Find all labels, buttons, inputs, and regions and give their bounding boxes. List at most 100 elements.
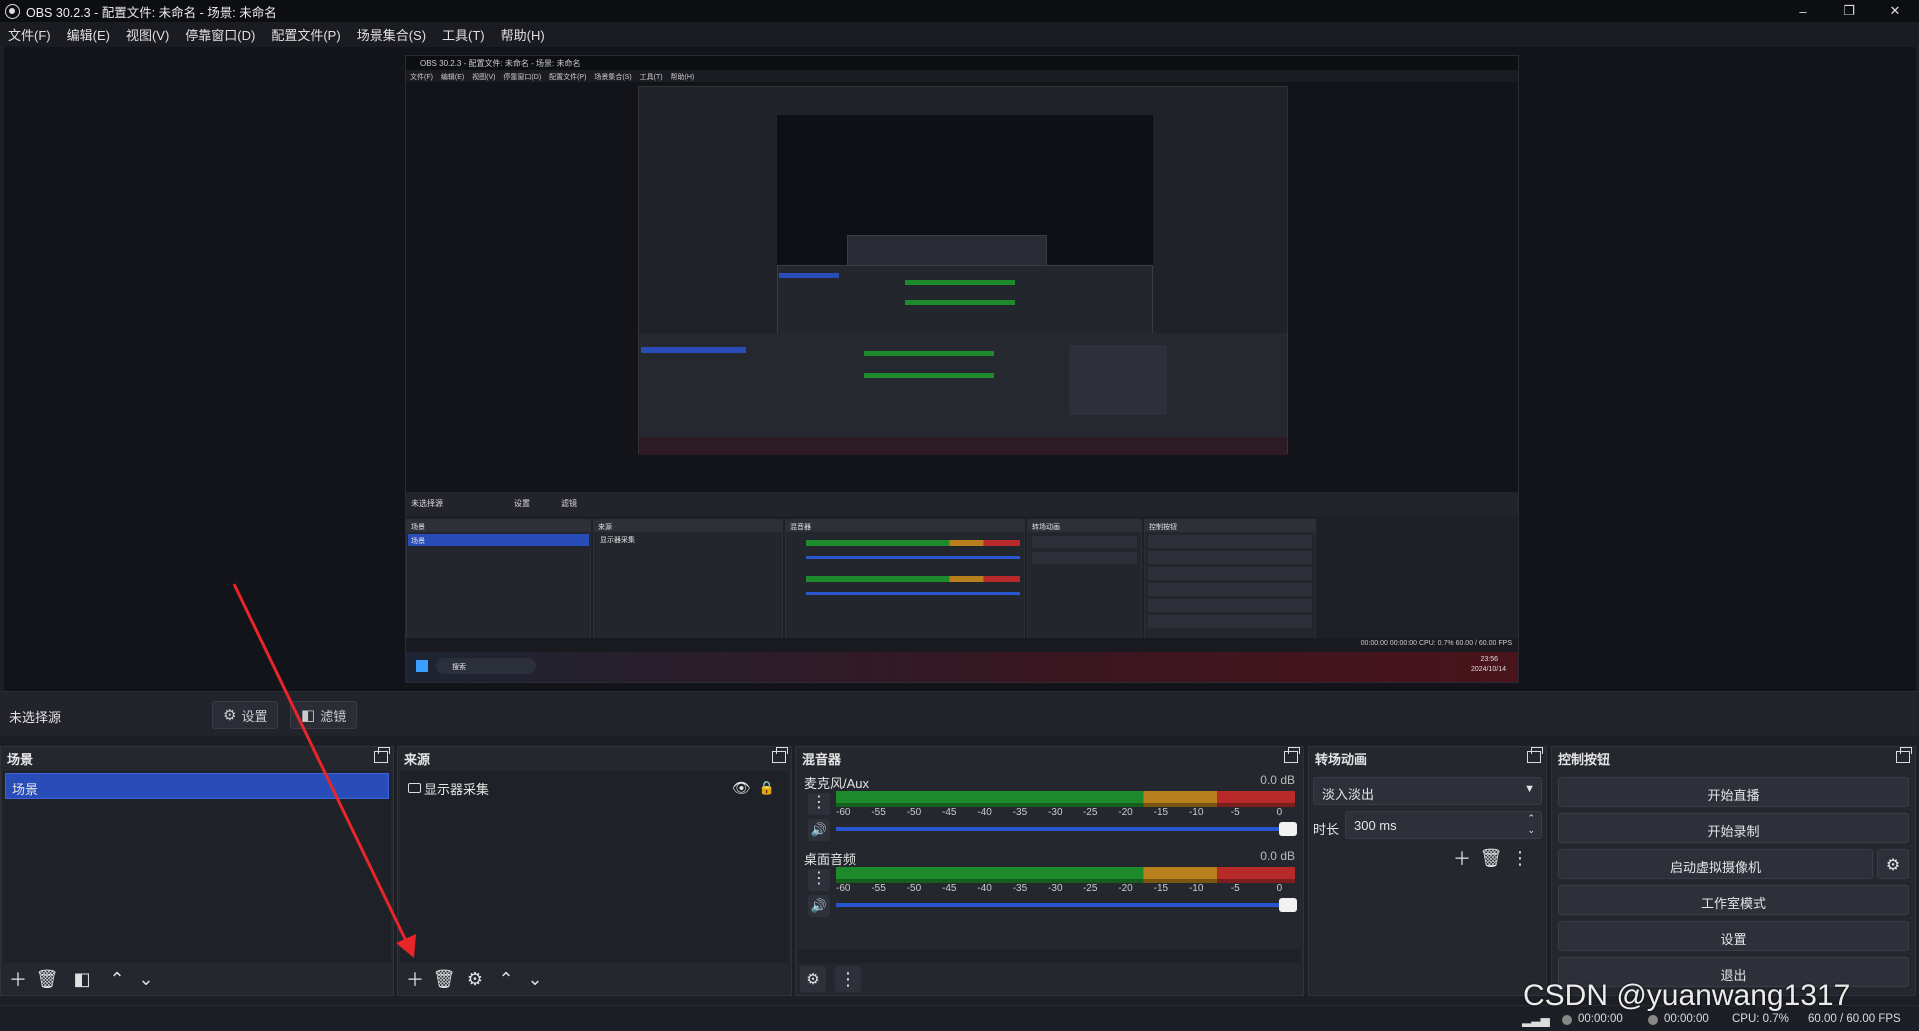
source-item[interactable]: 显示器采集 👁 🔒 [408,777,781,799]
gear-icon[interactable]: ⚙ [462,966,488,992]
trash-icon[interactable]: 🗑 [431,966,457,992]
start-recording-button[interactable]: 开始录制 [1558,813,1909,843]
channel-name: 桌面音频 [804,852,857,867]
scenes-toolbar: ＋ 🗑 ◧ ⌃ ⌄ [1,963,393,995]
menu-edit[interactable]: 编辑(E) [67,25,110,44]
add-source-icon[interactable]: ＋ [402,966,428,992]
channel-menu-icon[interactable]: ⋮ [808,869,830,891]
preview-canvas[interactable]: OBS 30.2.3 - 配置文件: 未命名 - 场景: 未命名 文件(F) 编… [4,47,1916,691]
close-button[interactable]: ✕ [1872,0,1918,22]
source-settings-button[interactable]: ⚙ 设置 [212,701,279,729]
spin-up-icon[interactable]: ⌃ [1527,813,1535,824]
minimize-button[interactable]: – [1780,0,1826,22]
advanced-audio-icon[interactable]: ⚙ [800,966,826,992]
menu-bar: 文件(F) 编辑(E) 视图(V) 停靠窗口(D) 配置文件(P) 场景集合(S… [0,22,1919,47]
transitions-toolbar: ＋ 🗑 ⋮ [1449,845,1536,871]
mixer-channel: 麦克风/Aux 0.0 dB ⋮ -60 -55 -50 -45 -40 -35 -30 -2… [804,773,1297,845]
menu-docks[interactable]: 停靠窗口(D) [185,25,255,44]
monitor-icon [408,783,421,793]
menu-scene-collection[interactable]: 场景集合(S) [357,25,426,44]
trash-icon[interactable]: 🗑 [1478,845,1504,871]
start-streaming-button[interactable]: 开始直播 [1558,777,1909,807]
menu-help[interactable]: 帮助(H) [501,25,545,44]
watermark: CSDN @yuanwang1317 [1523,979,1851,1012]
speaker-icon[interactable]: 🔊 [808,895,830,917]
volume-slider[interactable] [836,898,1297,912]
undock-icon[interactable] [1527,747,1543,763]
start-virtual-camera-button[interactable]: 启动虚拟摄像机 [1558,849,1873,879]
maximize-button[interactable]: ❐ [1826,0,1872,22]
transitions-dock: 转场动画 淡入淡出 ▼ 时长 300 ms ⌃ ⌄ ＋ 🗑 ⋮ [1308,746,1547,996]
spin-down-icon[interactable]: ⌄ [1527,825,1535,836]
slider-knob[interactable] [1279,822,1297,836]
duration-label: 时长 [1313,822,1340,837]
volume-meter [836,791,1295,803]
gear-icon[interactable]: ⚙ [1877,849,1909,879]
speaker-icon[interactable]: 🔊 [808,819,830,841]
studio-mode-button[interactable]: 工作室模式 [1558,885,1909,915]
mixer-channels: 麦克风/Aux 0.0 dB ⋮ -60 -55 -50 -45 -40 -35 -30 -2… [798,771,1301,963]
trash-icon[interactable]: 🗑 [34,966,60,992]
undock-icon[interactable] [1284,747,1300,763]
nested-level2-taskbar [639,437,1287,455]
nested-source-toolbar: 未选择源 设置 滤镜 [406,492,1518,516]
transition-select[interactable]: 淡入淡出 ▼ [1313,777,1542,805]
volume-slider[interactable] [836,822,1297,836]
window-title: OBS 30.2.3 - 配置文件: 未命名 - 场景: 未命名 [26,5,277,20]
add-scene-icon[interactable]: ＋ [5,966,31,992]
scenes-dock-header: 场景 [1,747,393,769]
undock-icon[interactable] [1896,747,1912,763]
mixer-menu-icon[interactable]: ⋮ [835,966,861,992]
lock-icon[interactable]: 🔒 [759,780,775,796]
controls-dock: 控制按钮 开始直播 开始录制 启动虚拟摄像机 ⚙ 工作室模式 设置 退出 [1551,746,1916,996]
chevron-up-icon[interactable]: ⌃ [104,966,130,992]
record-time: 00:00:00 [1664,1013,1709,1025]
transitions-dock-header: 转场动画 [1309,747,1546,769]
menu-file[interactable]: 文件(F) [8,25,51,44]
nested-preview [406,82,1518,492]
stream-status-icon [1562,1015,1572,1025]
volume-meter [836,867,1295,879]
chevron-down-icon[interactable]: ⌄ [133,966,159,992]
settings-button[interactable]: 设置 [1558,921,1909,951]
duration-spinbox[interactable]: 300 ms ⌃ ⌄ [1345,811,1542,839]
mixer-dock: 混音器 麦克风/Aux 0.0 dB ⋮ -60 -55 -50 -45 -40 -35-… [795,746,1304,996]
filter-icon: ◧ [301,707,316,724]
channel-menu-icon[interactable]: ⋮ [808,793,830,815]
eye-icon[interactable]: 👁 [732,779,751,797]
title-bar: OBS 30.2.3 - 配置文件: 未命名 - 场景: 未命名 – ❐ ✕ [0,0,1919,22]
controls-dock-header: 控制按钮 [1552,747,1915,769]
sources-list: 显示器采集 👁 🔒 [400,771,789,963]
chevron-down-icon[interactable]: ⌄ [522,966,548,992]
source-filters-button[interactable]: ◧ 滤镜 [290,701,358,729]
stream-time: 00:00:00 [1578,1013,1623,1025]
filter-icon[interactable]: ◧ [69,966,95,992]
scenes-list: 场景 [3,771,391,963]
signal-icon: ▂▃▅ [1522,1013,1550,1027]
record-status-icon [1648,1015,1658,1025]
undock-icon[interactable] [772,747,788,763]
mixer-channel: 桌面音频 0.0 dB ⋮ -60 -55 -50 -45 -40 -35 -30 -25 -2… [804,849,1297,921]
nested-status: 00:00:00 00:00:00 CPU: 0.7% 60.00 / 60.0… [406,638,1518,652]
cpu-usage: CPU: 0.7% [1732,1013,1789,1025]
gear-icon: ⚙ [223,707,237,724]
menu-view[interactable]: 视图(V) [126,25,169,44]
undock-icon[interactable] [374,747,390,763]
scene-item[interactable]: 场景 [5,773,389,799]
menu-tools[interactable]: 工具(T) [442,25,485,44]
add-transition-icon[interactable]: ＋ [1449,845,1475,871]
nested-preview-level2 [638,86,1288,455]
chevron-down-icon: ▼ [1524,783,1535,795]
transition-menu-icon[interactable]: ⋮ [1507,845,1533,871]
menu-profile[interactable]: 配置文件(P) [271,25,340,44]
channel-name: 麦克风/Aux [804,776,870,791]
meter-ticks: -60 -55 -50 -45 -40 -35 -30 -25 -20 -15 -10 -5 0 [836,807,1283,818]
scenes-dock: 场景 场景 ＋ 🗑 ◧ ⌃ ⌄ [0,746,394,996]
no-source-label: 未选择源 [9,710,62,725]
obs-logo-icon [5,3,20,19]
nested-preview-level3 [777,115,1153,355]
channel-db: 0.0 dB [1260,773,1295,787]
slider-knob[interactable] [1279,898,1297,912]
meter-ticks: -60 -55 -50 -45 -40 -35 -30 -25 -20 -15 -10 -5 0 [836,883,1283,894]
chevron-up-icon[interactable]: ⌃ [493,966,519,992]
